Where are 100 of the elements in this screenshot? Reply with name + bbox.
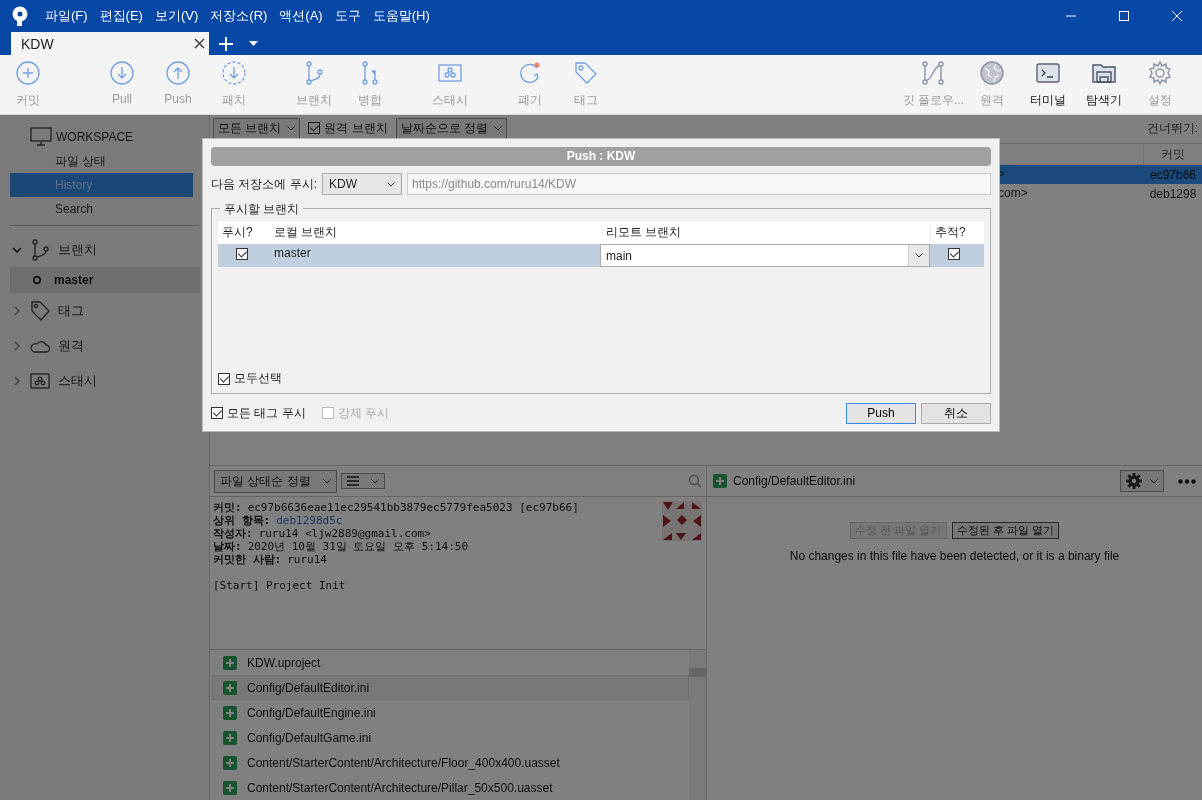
caret-icon xyxy=(915,253,923,258)
toolbar-button[interactable]: 터미널 xyxy=(1020,60,1076,109)
column-header: 로컬 브랜치 xyxy=(273,224,339,241)
field-label: 커밋: xyxy=(213,501,242,514)
up-arrow-circle-icon xyxy=(165,60,191,86)
tag-icon xyxy=(30,299,50,322)
globe-icon xyxy=(979,60,1005,86)
skip-label: 건너뛰기: xyxy=(1146,119,1198,137)
close-icon[interactable] xyxy=(194,38,205,49)
file-row[interactable]: Config/DefaultEngine.ini xyxy=(212,700,689,725)
field-label: 커밋한 사람: xyxy=(213,553,282,566)
down-arrow-circle-icon xyxy=(109,60,135,86)
checkbox[interactable] xyxy=(236,248,248,260)
section-label[interactable]: 스태시 xyxy=(58,371,97,390)
dialog-title: Push : KDW xyxy=(211,147,991,166)
checkbox[interactable] xyxy=(218,372,230,385)
branch-icon xyxy=(30,238,50,261)
branch-row[interactable]: master main xyxy=(218,244,984,267)
checkbox-label: 강제 푸시 xyxy=(337,404,389,422)
added-status-icon xyxy=(223,780,237,795)
field-value: 2020년 10월 31일 토요일 오후 5:14:50 xyxy=(247,540,469,553)
file-row[interactable]: Config/DefaultEditor.ini xyxy=(212,675,689,700)
checkbox[interactable] xyxy=(308,122,321,134)
file-row[interactable]: Config/DefaultGame.ini xyxy=(212,725,689,750)
chevron-icon[interactable] xyxy=(12,340,22,351)
menu-item[interactable]: 편집(E) xyxy=(99,7,143,25)
scrollbar[interactable] xyxy=(689,650,706,800)
file-row[interactable]: KDW.uproject xyxy=(212,650,689,675)
column-header: 리모트 브랜치 xyxy=(605,224,683,241)
field-label: 날짜: xyxy=(213,540,242,553)
view-mode-dropdown[interactable] xyxy=(340,473,385,489)
section-label[interactable]: 태그 xyxy=(58,301,84,320)
monitor-icon xyxy=(30,127,52,147)
terminal-icon xyxy=(1035,60,1061,86)
field-value: ruru14 xyxy=(287,553,327,566)
dialog-button[interactable]: Push xyxy=(846,402,916,424)
plus-circle-icon xyxy=(15,60,41,86)
tag-icon xyxy=(573,60,599,86)
branch-filter-dropdown[interactable]: 모든 브랜치 xyxy=(213,117,301,139)
dialog-button[interactable]: 취소 xyxy=(921,402,991,424)
field-label: 상위 항목: xyxy=(213,514,271,527)
repo-tab[interactable]: KDW xyxy=(11,32,209,55)
caret-icon xyxy=(287,125,296,131)
toolbar-button[interactable]: 탐색기 xyxy=(1076,60,1132,109)
branch-item[interactable]: master xyxy=(10,267,200,293)
added-status-icon xyxy=(223,705,237,720)
chevron-icon[interactable] xyxy=(12,305,22,316)
field-label: 작성자: xyxy=(213,527,253,540)
settings-dropdown[interactable] xyxy=(1120,470,1164,492)
open-file-button[interactable]: 수정된 후 파일 열기 xyxy=(951,522,1059,539)
menu-item[interactable]: 액션(A) xyxy=(279,7,323,25)
remote-branch-dropdown[interactable]: main xyxy=(600,244,930,267)
checkbox-label: 모두선택 xyxy=(234,370,282,387)
gear-icon xyxy=(1126,473,1142,489)
file-sort-dropdown[interactable]: 파일 상태순 정렬 xyxy=(214,469,337,493)
sidebar-item[interactable]: 파일 상태 xyxy=(10,149,193,173)
menu-item[interactable]: 도움말(H) xyxy=(372,7,430,25)
repository-dropdown[interactable]: KDW xyxy=(322,173,402,195)
column-header: 추적? xyxy=(930,224,984,241)
caret-icon xyxy=(1150,478,1158,484)
section-label[interactable]: 원격 xyxy=(58,336,84,355)
chevron-icon[interactable] xyxy=(12,375,22,386)
group-title: 푸시할 브랜치 xyxy=(220,201,304,218)
caret-icon xyxy=(370,478,379,484)
file-name: Config/DefaultEditor.ini xyxy=(733,474,856,488)
sidebar-item[interactable]: Search xyxy=(10,197,193,221)
file-row[interactable]: Content/StarterContent/Architecture/Pillar_50x500.uasset xyxy=(212,775,689,800)
added-status-icon xyxy=(223,730,237,745)
parent-link[interactable]: deb1298d5c xyxy=(276,514,343,527)
chevron-icon[interactable] xyxy=(12,244,22,255)
file-row[interactable]: Content/StarterContent/Architecture/Floor_400x400.uasset xyxy=(212,750,689,775)
checkbox[interactable] xyxy=(211,407,223,419)
field-value: ruru14 <ljw2889@gmail.com> xyxy=(258,527,431,540)
section-label[interactable]: 브랜치 xyxy=(58,240,97,259)
maximize-icon[interactable] xyxy=(1118,10,1130,22)
field-label: 다음 저장소에 푸시: xyxy=(211,175,317,193)
avatar-drawing xyxy=(662,501,702,541)
menu-item[interactable]: 저장소(R) xyxy=(210,7,268,25)
caret-icon[interactable] xyxy=(249,41,258,46)
checkbox-label: 모든 태그 푸시 xyxy=(227,404,306,422)
column-header: 푸시? xyxy=(221,224,254,241)
git-flow-icon xyxy=(920,60,947,86)
add-tab-icon[interactable] xyxy=(219,37,233,51)
added-status-icon xyxy=(713,474,727,488)
menu-item[interactable]: 보기(V) xyxy=(154,7,199,25)
caret-icon xyxy=(322,478,331,484)
caret-icon xyxy=(387,181,395,187)
menu-item[interactable]: 도구 xyxy=(334,7,361,25)
checkbox-label: 원격 브랜치 xyxy=(324,119,388,137)
url-field[interactable]: https://github.com/ruru14/KDW xyxy=(407,173,991,195)
diff-message: No changes in this file have been detected, or it is a binary file xyxy=(789,549,1120,563)
app-logo-icon xyxy=(11,6,29,26)
ring-icon xyxy=(32,275,42,285)
menu-item[interactable]: 파일(F) xyxy=(45,7,88,25)
commit-message: [Start] Project Init xyxy=(213,579,347,592)
column-header[interactable]: 커밋 xyxy=(1143,144,1202,164)
more-icon[interactable] xyxy=(1178,478,1196,484)
checkbox[interactable] xyxy=(948,248,960,260)
sort-dropdown[interactable]: 날짜순으로 정렬 xyxy=(395,117,508,139)
section-title: WORKSPACE xyxy=(56,130,134,144)
